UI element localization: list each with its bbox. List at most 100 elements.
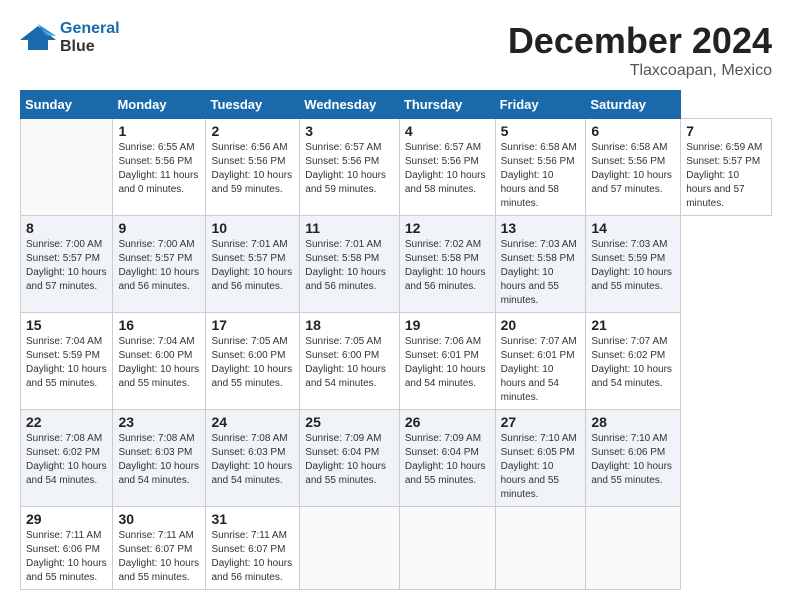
day-info: Sunrise: 6:58 AM Sunset: 5:56 PM Dayligh… [501, 141, 581, 211]
day-number: 25 [305, 414, 394, 430]
day-number: 13 [501, 220, 581, 236]
header-day-friday: Friday [495, 91, 586, 119]
day-cell-14: 14 Sunrise: 7:03 AM Sunset: 5:59 PM Dayli… [586, 216, 681, 313]
header: General Blue December 2024 Tlaxcoapan, M… [20, 20, 772, 80]
day-info: Sunrise: 7:11 AM Sunset: 6:07 PM Dayligh… [211, 529, 294, 585]
calendar-header: SundayMondayTuesdayWednesdayThursdayFrid… [21, 91, 772, 119]
day-number: 24 [211, 414, 294, 430]
day-info: Sunrise: 7:05 AM Sunset: 6:00 PM Dayligh… [305, 335, 394, 391]
day-number: 5 [501, 123, 581, 139]
day-number: 28 [591, 414, 675, 430]
day-number: 1 [118, 123, 200, 139]
day-cell-26: 26Sunrise: 7:09 AM Sunset: 6:04 PM Dayli… [399, 410, 495, 507]
header-day-thursday: Thursday [399, 91, 495, 119]
day-info: Sunrise: 7:04 AM Sunset: 5:59 PM Dayligh… [26, 335, 107, 391]
calendar-table: SundayMondayTuesdayWednesdayThursdayFrid… [20, 90, 772, 590]
day-info: Sunrise: 7:07 AM Sunset: 6:01 PM Dayligh… [501, 335, 581, 405]
calendar-body: 1 Sunrise: 6:55 AM Sunset: 5:56 PM Daylig… [21, 119, 772, 590]
day-info: Sunrise: 7:10 AM Sunset: 6:06 PM Dayligh… [591, 432, 675, 488]
day-cell-12: 12Sunrise: 7:02 AM Sunset: 5:58 PM Dayli… [399, 216, 495, 313]
day-info: Sunrise: 7:08 AM Sunset: 6:03 PM Dayligh… [118, 432, 200, 488]
day-cell-15: 15 Sunrise: 7:04 AM Sunset: 5:59 PM Dayli… [21, 313, 113, 410]
header-row: SundayMondayTuesdayWednesdayThursdayFrid… [21, 91, 772, 119]
day-info: Sunrise: 6:57 AM Sunset: 5:56 PM Dayligh… [405, 141, 490, 197]
day-cell-6: 6 Sunrise: 6:58 AM Sunset: 5:56 PM Daylig… [586, 119, 681, 216]
day-cell-4: 4Sunrise: 6:57 AM Sunset: 5:56 PM Daylig… [399, 119, 495, 216]
logo: General Blue [20, 20, 120, 56]
day-info: Sunrise: 7:11 AM Sunset: 6:06 PM Dayligh… [26, 529, 107, 585]
day-info: Sunrise: 7:00 AM Sunset: 5:57 PM Dayligh… [26, 238, 107, 294]
day-info: Sunrise: 7:08 AM Sunset: 6:02 PM Dayligh… [26, 432, 107, 488]
day-number: 6 [591, 123, 675, 139]
day-number: 29 [26, 511, 107, 527]
day-cell-28: 28 Sunrise: 7:10 AM Sunset: 6:06 PM Dayli… [586, 410, 681, 507]
day-cell-9: 9 Sunrise: 7:00 AM Sunset: 5:57 PM Daylig… [113, 216, 206, 313]
day-number: 16 [118, 317, 200, 333]
day-info: Sunrise: 6:56 AM Sunset: 5:56 PM Dayligh… [211, 141, 294, 197]
week-row-4: 22 Sunrise: 7:08 AM Sunset: 6:02 PM Dayli… [21, 410, 772, 507]
day-cell-25: 25 Sunrise: 7:09 AM Sunset: 6:04 PM Dayli… [300, 410, 400, 507]
day-number: 14 [591, 220, 675, 236]
day-cell-20: 20Sunrise: 7:07 AM Sunset: 6:01 PM Dayli… [495, 313, 586, 410]
header-day-tuesday: Tuesday [206, 91, 300, 119]
logo-text: General Blue [60, 20, 120, 56]
day-number: 3 [305, 123, 394, 139]
day-cell-18: 18 Sunrise: 7:05 AM Sunset: 6:00 PM Dayli… [300, 313, 400, 410]
day-number: 11 [305, 220, 394, 236]
day-cell-1: 1 Sunrise: 6:55 AM Sunset: 5:56 PM Daylig… [113, 119, 206, 216]
day-number: 18 [305, 317, 394, 333]
day-cell-13: 13 Sunrise: 7:03 AM Sunset: 5:58 PM Dayli… [495, 216, 586, 313]
day-info: Sunrise: 7:10 AM Sunset: 6:05 PM Dayligh… [501, 432, 581, 502]
week-row-3: 15 Sunrise: 7:04 AM Sunset: 5:59 PM Dayli… [21, 313, 772, 410]
day-info: Sunrise: 7:03 AM Sunset: 5:58 PM Dayligh… [501, 238, 581, 308]
day-info: Sunrise: 6:58 AM Sunset: 5:56 PM Dayligh… [591, 141, 675, 197]
day-info: Sunrise: 7:00 AM Sunset: 5:57 PM Dayligh… [118, 238, 200, 294]
day-cell-19: 19 Sunrise: 7:06 AM Sunset: 6:01 PM Dayli… [399, 313, 495, 410]
header-day-saturday: Saturday [586, 91, 681, 119]
header-day-wednesday: Wednesday [300, 91, 400, 119]
day-number: 23 [118, 414, 200, 430]
header-day-sunday: Sunday [21, 91, 113, 119]
day-number: 12 [405, 220, 490, 236]
day-info: Sunrise: 7:05 AM Sunset: 6:00 PM Dayligh… [211, 335, 294, 391]
day-number: 10 [211, 220, 294, 236]
day-number: 27 [501, 414, 581, 430]
day-info: Sunrise: 7:08 AM Sunset: 6:03 PM Dayligh… [211, 432, 294, 488]
day-number: 22 [26, 414, 107, 430]
header-day-monday: Monday [113, 91, 206, 119]
day-info: Sunrise: 7:01 AM Sunset: 5:58 PM Dayligh… [305, 238, 394, 294]
day-cell-7: 7 Sunrise: 6:59 AM Sunset: 5:57 PM Daylig… [681, 119, 772, 216]
day-cell-2: 2 Sunrise: 6:56 AM Sunset: 5:56 PM Daylig… [206, 119, 300, 216]
day-cell-8: 8 Sunrise: 7:00 AM Sunset: 5:57 PM Daylig… [21, 216, 113, 313]
location-title: Tlaxcoapan, Mexico [508, 62, 772, 80]
day-cell-22: 22 Sunrise: 7:08 AM Sunset: 6:02 PM Dayli… [21, 410, 113, 507]
day-cell-27: 27 Sunrise: 7:10 AM Sunset: 6:05 PM Dayli… [495, 410, 586, 507]
day-info: Sunrise: 7:09 AM Sunset: 6:04 PM Dayligh… [305, 432, 394, 488]
day-number: 8 [26, 220, 107, 236]
week-row-1: 1 Sunrise: 6:55 AM Sunset: 5:56 PM Daylig… [21, 119, 772, 216]
day-info: Sunrise: 7:06 AM Sunset: 6:01 PM Dayligh… [405, 335, 490, 391]
day-info: Sunrise: 6:55 AM Sunset: 5:56 PM Dayligh… [118, 141, 200, 197]
day-cell-23: 23 Sunrise: 7:08 AM Sunset: 6:03 PM Dayli… [113, 410, 206, 507]
day-cell-29: 29 Sunrise: 7:11 AM Sunset: 6:06 PM Dayli… [21, 507, 113, 590]
week-row-2: 8 Sunrise: 7:00 AM Sunset: 5:57 PM Daylig… [21, 216, 772, 313]
day-info: Sunrise: 7:03 AM Sunset: 5:59 PM Dayligh… [591, 238, 675, 294]
day-cell-30: 30Sunrise: 7:11 AM Sunset: 6:07 PM Dayli… [113, 507, 206, 590]
week-row-5: 29 Sunrise: 7:11 AM Sunset: 6:06 PM Dayli… [21, 507, 772, 590]
day-number: 19 [405, 317, 490, 333]
day-cell-17: 17Sunrise: 7:05 AM Sunset: 6:00 PM Dayli… [206, 313, 300, 410]
day-number: 9 [118, 220, 200, 236]
empty-cell [300, 507, 400, 590]
day-number: 7 [686, 123, 766, 139]
day-info: Sunrise: 7:01 AM Sunset: 5:57 PM Dayligh… [211, 238, 294, 294]
day-number: 21 [591, 317, 675, 333]
day-cell-16: 16 Sunrise: 7:04 AM Sunset: 6:00 PM Dayli… [113, 313, 206, 410]
title-area: December 2024 Tlaxcoapan, Mexico [508, 20, 772, 80]
day-info: Sunrise: 7:04 AM Sunset: 6:00 PM Dayligh… [118, 335, 200, 391]
day-number: 15 [26, 317, 107, 333]
day-info: Sunrise: 6:59 AM Sunset: 5:57 PM Dayligh… [686, 141, 766, 211]
empty-cell [586, 507, 681, 590]
empty-cell [399, 507, 495, 590]
day-cell-24: 24 Sunrise: 7:08 AM Sunset: 6:03 PM Dayli… [206, 410, 300, 507]
day-number: 2 [211, 123, 294, 139]
